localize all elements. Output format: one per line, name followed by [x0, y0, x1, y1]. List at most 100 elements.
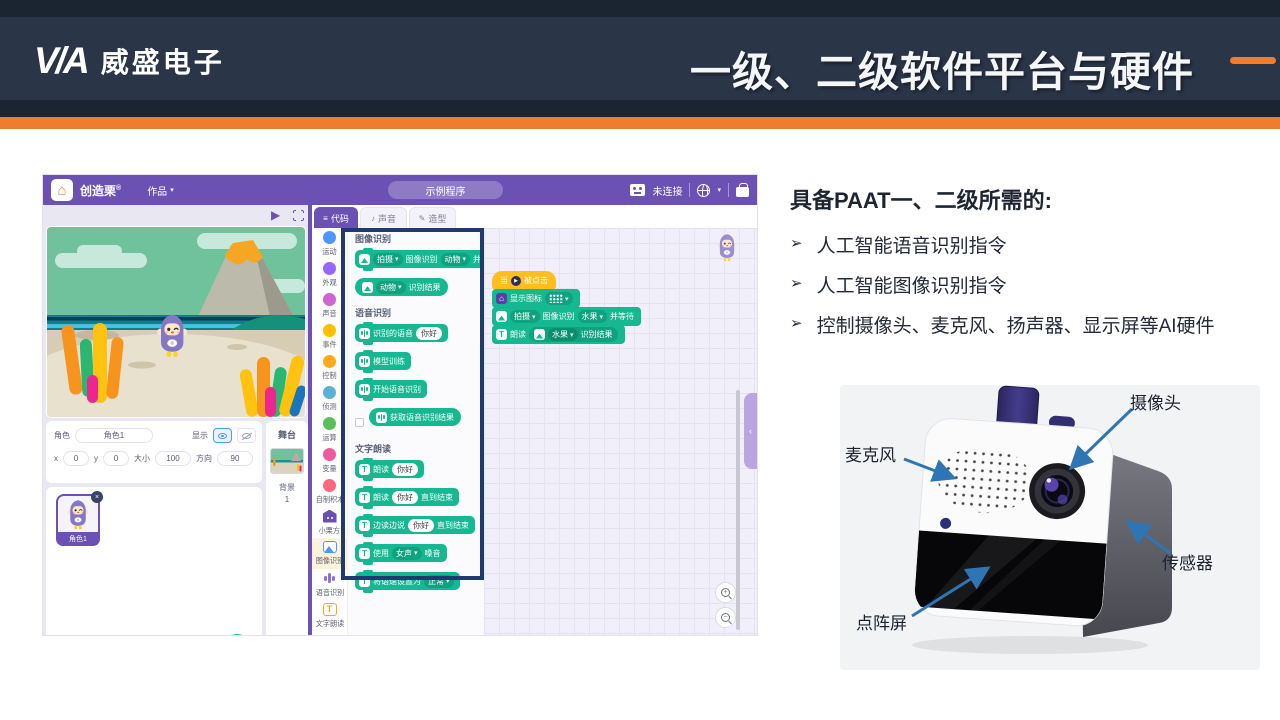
stage-panel[interactable]: 舞台 背景 1 [266, 421, 308, 635]
category-operators[interactable]: 运算 [312, 414, 347, 445]
category-sensing[interactable]: 侦测 [312, 383, 347, 414]
stage-scene [47, 227, 305, 417]
script-workspace[interactable]: 当 ▶ 被点击 ⌂ 显示图标 ▾ 拍摄▾ 图像识别 水果▾ 并等待 T [484, 228, 757, 635]
block-read-and-speak[interactable]: T 边读边说 你好 直到结束 [355, 516, 475, 534]
app-brand: 创造栗® [80, 182, 121, 199]
nested-reporter[interactable]: 水果▾ 识别结果 [529, 327, 618, 342]
y-input[interactable]: 0 [103, 451, 129, 466]
sprite-card[interactable]: 角色1 × [56, 494, 100, 546]
block-capture-recognize-wait[interactable]: 拍摄▾ 图像识别 水果▾ 并等待 [492, 307, 641, 326]
block-capture-recognize-wait[interactable]: 拍摄▾ 图像识别 动物▾ 并等待 [355, 250, 503, 268]
category-image-recognition[interactable]: 图像识别 [312, 538, 347, 569]
collapse-panel-handle[interactable]: ‹ [744, 393, 757, 469]
image-icon [323, 541, 337, 553]
code-icon: ≡ [323, 214, 328, 223]
block-speak-until-done[interactable]: T 朗读 你好 直到结束 [355, 488, 459, 506]
language-globe-icon[interactable] [697, 184, 710, 197]
direction-input[interactable]: 90 [217, 451, 253, 466]
app-topbar: ⌂ 创造栗® 作品▾ 示例程序 未连接 ▾ [43, 175, 757, 205]
voice-block-icon [359, 384, 370, 395]
x-input[interactable]: 0 [63, 451, 89, 466]
sprite-name-input[interactable]: 角色1 [75, 428, 153, 443]
chevron-down-icon: ▾ [395, 255, 399, 263]
tts-block-icon: T [359, 492, 370, 503]
backdrop-count: 1 [266, 495, 308, 504]
category-sound[interactable]: 声音 [312, 290, 347, 321]
category-events[interactable]: 事件 [312, 321, 347, 352]
category-looks[interactable]: 外观 [312, 259, 347, 290]
backpack-icon[interactable] [736, 187, 749, 197]
tts-block-icon: T [359, 464, 370, 475]
script-stack[interactable]: 当 ▶ 被点击 ⌂ 显示图标 ▾ 拍摄▾ 图像识别 水果▾ 并等待 T [492, 272, 641, 344]
camera-label: 摄像头 [1130, 389, 1181, 414]
zoom-out-button[interactable]: − [715, 607, 736, 628]
block-recognition-result[interactable]: 动物▾ 识别结果 [355, 278, 448, 296]
text-input[interactable]: 你好 [392, 491, 418, 504]
hide-sprite-button[interactable] [237, 428, 256, 443]
connection-status[interactable]: 未连接 [652, 183, 682, 198]
direction-label: 方向 [196, 453, 212, 464]
block-recognized-speech[interactable]: 识别的语音 你好 [355, 324, 448, 342]
coding-app-screenshot: ⌂ 创造栗® 作品▾ 示例程序 未连接 ▾ ▶ [43, 175, 757, 635]
tab-costume[interactable]: ✎ 造型 [409, 207, 456, 228]
via-logo-mark: V/A [34, 40, 87, 82]
tab-code[interactable]: ≡ 代码 [314, 207, 358, 228]
bullet-text: 人工智能语音识别指令 [817, 231, 1007, 258]
block-speak-result[interactable]: T 朗读 水果▾ 识别结果 [492, 325, 625, 344]
category-motion[interactable]: 运动 [312, 228, 347, 259]
dot-matrix-label: 点阵屏 [856, 609, 907, 634]
size-input[interactable]: 100 [155, 451, 191, 466]
bullet-marker-icon: ➢ [790, 314, 803, 332]
text-input[interactable]: 你好 [416, 327, 442, 340]
speaker-icon: ♪ [371, 214, 375, 223]
block-set-speech-rate[interactable]: T 将语速设置为 正常▾ [355, 572, 460, 590]
x-label: x [54, 454, 58, 463]
block-model-training[interactable]: 模型训练 [355, 352, 411, 370]
tab-sound[interactable]: ♪ 声音 [360, 207, 407, 228]
bullet-text: 控制摄像头、麦克风、扬声器、显示屏等AI硬件 [817, 311, 1215, 338]
sprite-label: 角色 [54, 430, 70, 441]
device-status-icon [630, 184, 645, 196]
category-text-to-speech[interactable]: T文字朗读 [312, 600, 347, 631]
block-use-voice[interactable]: T 使用 女声▾ 嗓音 [355, 544, 447, 562]
block-palette: 图像识别 拍摄▾ 图像识别 动物▾ 并等待 动物▾ 识别结果 语音识别 识别的语… [348, 228, 484, 635]
category-xiaolifang[interactable]: 小栗方 [312, 507, 347, 538]
stage-controls: ▶ [43, 205, 308, 227]
divider [689, 183, 690, 197]
chevron-down-icon: ▾ [717, 186, 721, 194]
palette-section-title: 文字朗读 [355, 442, 484, 454]
fullscreen-icon[interactable] [293, 210, 304, 221]
slide-title: 一级、二级软件平台与硬件 [690, 38, 1194, 98]
category-variables[interactable]: 变量 [312, 445, 347, 476]
text-input[interactable]: 你好 [392, 463, 418, 476]
block-get-speech-result[interactable]: 获取语音识别结果 [369, 408, 461, 426]
block-start-speech-recognition[interactable]: 开始语音识别 [355, 380, 427, 398]
block-speak[interactable]: T 朗读 你好 [355, 460, 424, 478]
voice-block-icon [359, 356, 370, 367]
palette-checkbox-row: 获取语音识别结果 [355, 408, 484, 436]
block-show-icon[interactable]: ⌂ 显示图标 ▾ [492, 289, 580, 308]
sprite-delete-badge[interactable]: × [91, 491, 103, 503]
show-sprite-button[interactable] [213, 428, 232, 443]
add-sprite-button[interactable] [223, 634, 251, 635]
play-button[interactable]: ▶ [271, 208, 280, 222]
brush-icon: ✎ [419, 214, 426, 223]
sprite-card-name: 角色1 [56, 532, 100, 546]
image-block-icon [362, 282, 373, 293]
image-block-icon [534, 329, 545, 340]
monitor-checkbox[interactable] [355, 418, 364, 427]
block-when-clicked[interactable]: 当 ▶ 被点击 [492, 271, 556, 290]
text-input[interactable]: 你好 [408, 519, 434, 532]
zoom-in-button[interactable]: + [715, 582, 736, 603]
category-control[interactable]: 控制 [312, 352, 347, 383]
app-logo[interactable]: ⌂ [51, 179, 73, 201]
menu-work[interactable]: 作品▾ [147, 183, 174, 198]
bullet-item: ➢ 人工智能语音识别指令 [790, 231, 1007, 258]
category-myblocks[interactable]: 自制积木 [312, 476, 347, 507]
sample-program-button[interactable]: 示例程序 [388, 181, 503, 199]
stage-canvas[interactable] [47, 227, 305, 417]
category-speech-recognition[interactable]: 语音识别 [312, 569, 347, 600]
chevron-down-icon: ▾ [398, 283, 402, 291]
accent-bar [0, 117, 1280, 129]
vertical-scrollbar[interactable] [736, 390, 740, 630]
